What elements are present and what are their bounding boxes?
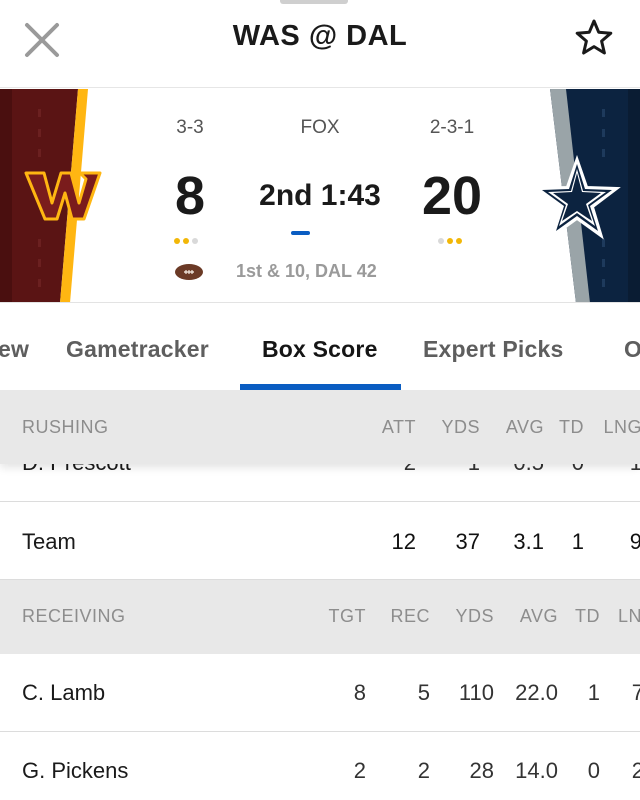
- table-row[interactable]: C. Lamb 8 5 110 22.0 1 7: [0, 654, 640, 732]
- home-record: 2-3-1: [429, 117, 475, 138]
- home-timeouts: [438, 238, 462, 244]
- table-row[interactable]: G. Pickens 2 2 28 14.0 0 2: [0, 732, 640, 800]
- col-td: TD: [559, 417, 584, 437]
- down-and-distance: 1st & 10, DAL 42: [236, 261, 377, 281]
- stat-avg: 22.0: [515, 680, 558, 705]
- commanders-w-logo: [24, 171, 102, 221]
- close-button[interactable]: [22, 20, 62, 60]
- live-indicator: [291, 231, 310, 235]
- col-rec: REC: [390, 606, 430, 626]
- game-title: WAS @ DAL: [232, 20, 408, 52]
- col-avg: AVG: [505, 417, 544, 437]
- favorite-button[interactable]: [574, 18, 614, 58]
- tab-bar: ew Gametracker Box Score Expert Picks O: [0, 304, 640, 390]
- stat-avg: 14.0: [515, 758, 558, 783]
- section-title: RECEIVING: [22, 606, 126, 626]
- stat-rec: 5: [417, 680, 430, 705]
- tab-expert-picks[interactable]: Expert Picks: [423, 336, 563, 363]
- stat-tgt: 8: [353, 680, 366, 705]
- col-att: ATT: [381, 417, 416, 437]
- football-icon: [175, 264, 203, 280]
- home-score: 20: [421, 166, 483, 226]
- player-name[interactable]: C. Lamb: [22, 680, 105, 706]
- stat-td: 0: [587, 758, 600, 783]
- stat-yds: 37: [455, 529, 480, 554]
- away-team-panel[interactable]: [0, 89, 110, 302]
- stat-avg: 3.1: [513, 529, 544, 554]
- away-score: 8: [174, 166, 206, 226]
- home-team-panel[interactable]: [533, 89, 640, 302]
- stat-td: 1: [587, 680, 600, 705]
- box-score-table[interactable]: D. Prescott 2 1 0.5 0 1 RUSHING ATT YDS …: [0, 390, 640, 800]
- row-label: Team: [22, 529, 76, 554]
- stat-yds: 28: [469, 758, 494, 783]
- col-yds: YDS: [441, 417, 480, 437]
- stat-lng: 2: [631, 758, 640, 783]
- rushing-header: RUSHING ATT YDS AVG TD LNG: [0, 390, 640, 464]
- scoreboard: 3-3 FOX 2-3-1 8 2nd 1:43 20 1st & 10, DA…: [0, 89, 640, 303]
- section-title: RUSHING: [22, 417, 109, 437]
- away-record: 3-3: [176, 117, 204, 138]
- timeout-dot: [456, 238, 462, 244]
- cowboys-star-logo: [533, 155, 621, 240]
- timeout-dot: [183, 238, 189, 244]
- col-lng: LN: [617, 606, 640, 626]
- col-tgt: TGT: [328, 606, 366, 626]
- stat-rec: 2: [417, 758, 430, 783]
- receiving-header: RECEIVING TGT REC YDS AVG TD LN: [0, 580, 640, 654]
- stat-yds: 110: [458, 680, 494, 705]
- tab-box-score[interactable]: Box Score: [262, 336, 378, 363]
- app-header: WAS @ DAL: [0, 0, 640, 88]
- away-timeouts: [174, 238, 198, 244]
- sheet-grabber[interactable]: [280, 0, 348, 4]
- timeout-dot: [438, 238, 444, 244]
- timeout-dot: [447, 238, 453, 244]
- col-lng: LNG: [603, 417, 640, 437]
- col-td: TD: [575, 606, 600, 626]
- tab-overview[interactable]: ew: [0, 336, 29, 363]
- col-avg: AVG: [519, 606, 558, 626]
- table-row-team-total: Team 12 37 3.1 1 9: [0, 502, 640, 580]
- stat-tgt: 2: [353, 758, 366, 783]
- close-icon: [25, 23, 59, 57]
- game-clock: 2nd 1:43: [259, 179, 381, 212]
- tab-odds[interactable]: O: [624, 336, 640, 363]
- timeout-dot: [174, 238, 180, 244]
- stat-lng: 9: [629, 529, 640, 554]
- stat-att: 12: [391, 529, 416, 554]
- timeout-dot: [192, 238, 198, 244]
- tv-network: FOX: [300, 117, 340, 138]
- stat-td: 1: [571, 529, 584, 554]
- stat-lng: 7: [631, 680, 640, 705]
- star-outline-icon: [575, 19, 613, 55]
- player-name[interactable]: G. Pickens: [22, 758, 128, 784]
- col-yds: YDS: [455, 606, 494, 626]
- tab-gametracker[interactable]: Gametracker: [66, 336, 209, 363]
